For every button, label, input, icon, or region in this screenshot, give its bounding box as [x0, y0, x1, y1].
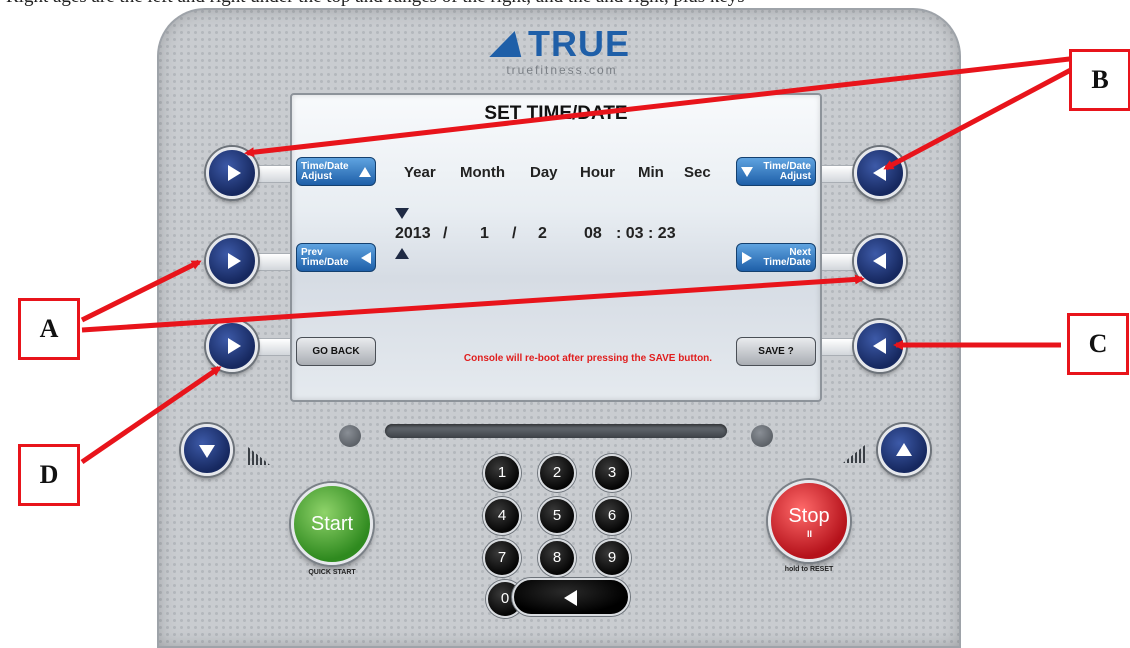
left-triangle-icon — [361, 252, 371, 264]
value-separator-2: / — [512, 225, 517, 242]
keypad-key-4[interactable]: 4 — [483, 497, 521, 535]
down-triangle-icon — [741, 167, 753, 177]
right-triangle-icon — [742, 252, 752, 264]
left-triangle-icon — [873, 253, 886, 269]
connector-bar-left-3 — [258, 338, 294, 356]
right-triangle-icon — [228, 165, 241, 181]
time-date-adjust-left-softkey[interactable]: Time/Date Adjust — [296, 157, 376, 186]
keypad-backspace-key[interactable] — [512, 578, 630, 616]
keypad-key-9[interactable]: 9 — [593, 539, 631, 577]
left-button-2[interactable] — [206, 235, 258, 287]
column-min: Min — [638, 164, 664, 181]
keypad-key-6[interactable]: 6 — [593, 497, 631, 535]
right-button-2[interactable] — [854, 235, 906, 287]
display-screen: SET TIME/DATE Year Month Day Hour Min Se… — [290, 93, 822, 402]
column-hour: Hour — [580, 164, 615, 181]
column-year: Year — [404, 164, 436, 181]
stop-label: Stop — [788, 505, 830, 527]
selected-field-down-icon — [395, 208, 409, 219]
connector-bar-right-2 — [816, 253, 856, 271]
go-back-softkey[interactable]: GO BACK — [296, 337, 376, 366]
true-logo-mark-icon — [489, 31, 531, 57]
right-button-3[interactable] — [854, 320, 906, 372]
stop-button[interactable]: Stop II — [768, 480, 850, 562]
indicator-dot-left — [339, 425, 361, 447]
value-year: 2013 — [395, 225, 431, 242]
softkey-label-line2: Adjust — [779, 171, 811, 182]
softkey-label-line2: Adjust — [301, 171, 333, 182]
connector-bar-left-2 — [258, 253, 294, 271]
backspace-icon — [564, 590, 577, 606]
page-top-text: Right ages are the left and right under … — [0, 0, 1130, 8]
value-day: 2 — [538, 225, 547, 242]
right-triangle-icon — [228, 253, 241, 269]
left-triangle-icon — [873, 338, 886, 354]
callout-label-a: A — [18, 298, 80, 360]
up-triangle-icon — [359, 167, 371, 177]
connector-bar-right-3 — [816, 338, 856, 356]
left-button-1[interactable] — [206, 147, 258, 199]
value-hour: 08 — [584, 225, 602, 242]
start-caption: QUICK START — [308, 569, 356, 576]
column-sec: Sec — [684, 164, 711, 181]
prev-time-date-softkey[interactable]: Prev Time/Date — [296, 243, 376, 272]
keypad-key-1[interactable]: 1 — [483, 454, 521, 492]
keypad-key-7[interactable]: 7 — [483, 539, 521, 577]
callout-label-b: B — [1069, 49, 1130, 111]
save-softkey[interactable]: SAVE ? — [736, 337, 816, 366]
connector-bar-left-1 — [258, 165, 294, 183]
keypad-key-3[interactable]: 3 — [593, 454, 631, 492]
column-day: Day — [530, 164, 558, 181]
pause-icon: II — [807, 529, 813, 539]
value-month: 1 — [480, 225, 489, 242]
right-button-1[interactable] — [854, 147, 906, 199]
indicator-dot-right — [751, 425, 773, 447]
up-triangle-icon — [896, 443, 912, 456]
screen-title: SET TIME/DATE — [484, 103, 628, 124]
value-separator-1: / — [443, 225, 448, 242]
start-button[interactable]: Start — [291, 483, 373, 565]
logo-brand: TRUE — [528, 23, 630, 64]
softkey-label-line2: Time/Date — [763, 257, 811, 268]
left-button-3[interactable] — [206, 320, 258, 372]
keypad-key-8[interactable]: 8 — [538, 539, 576, 577]
stop-caption: hold to RESET — [784, 566, 834, 573]
column-month: Month — [460, 164, 505, 181]
softkey-label-line2: Time/Date — [301, 257, 349, 268]
incline-up-button[interactable] — [878, 424, 930, 476]
connector-bar-right-1 — [816, 165, 856, 183]
right-triangle-icon — [228, 338, 241, 354]
value-min-sec: : 03 : 23 — [616, 225, 676, 242]
time-date-adjust-right-softkey[interactable]: Time/Date Adjust — [736, 157, 816, 186]
down-triangle-icon — [199, 445, 215, 458]
reboot-warning: Console will re-boot after pressing the … — [463, 353, 713, 364]
magnetic-key-slot — [385, 424, 727, 438]
callout-label-c: C — [1067, 313, 1129, 375]
keypad-key-2[interactable]: 2 — [538, 454, 576, 492]
callout-label-d: D — [18, 444, 80, 506]
logo-url: truefitness.com — [506, 63, 618, 77]
incline-down-button[interactable] — [181, 424, 233, 476]
keypad-key-5[interactable]: 5 — [538, 497, 576, 535]
selected-field-up-icon — [395, 248, 409, 259]
true-logo: TRUE truefitness.com — [462, 26, 662, 77]
next-time-date-softkey[interactable]: Next Time/Date — [736, 243, 816, 272]
left-triangle-icon — [873, 165, 886, 181]
